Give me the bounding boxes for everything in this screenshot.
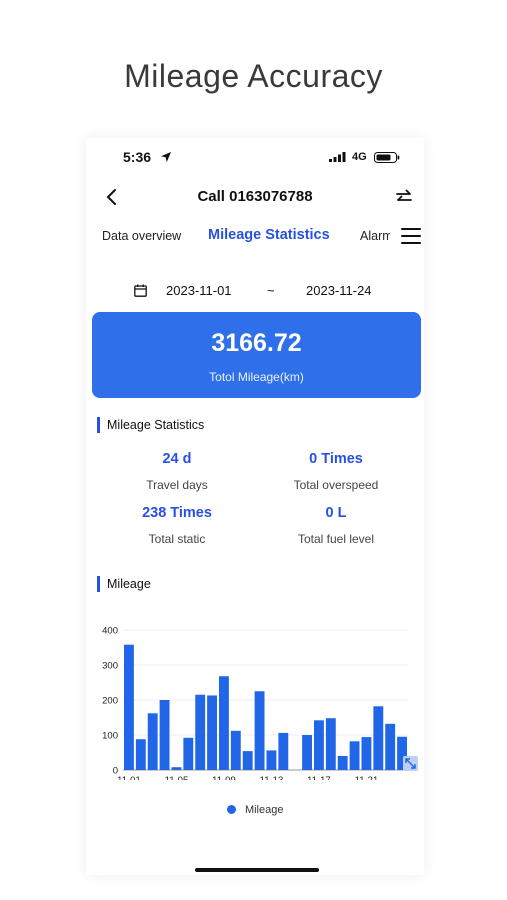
x-tick-label: 11-21	[355, 775, 379, 780]
x-tick-label: 11-05	[165, 775, 189, 780]
nav-title: Call 0163076788	[197, 188, 313, 205]
bar-11-02[interactable]	[135, 739, 146, 770]
expand-icon[interactable]	[403, 756, 418, 771]
stat-static-value: 238 Times	[142, 505, 212, 521]
battery-icon	[374, 152, 400, 163]
stat-travel-days-value: 24 d	[162, 451, 192, 467]
bar-11-03[interactable]	[147, 713, 158, 770]
legend-dot	[226, 805, 236, 815]
y-tick-label: 200	[102, 696, 118, 707]
phone-screen: 5:36 4G Call 0163076788 Data overview Mi…	[86, 138, 424, 875]
bar-11-21[interactable]	[361, 737, 372, 770]
bar-11-12[interactable]	[254, 691, 265, 770]
chart-legend[interactable]: Mileage	[86, 801, 424, 817]
stat-overspeed-label: Total overspeed	[293, 478, 379, 492]
bar-11-17[interactable]	[314, 720, 324, 770]
bar-11-05[interactable]	[171, 767, 182, 770]
location-arrow-icon	[161, 152, 171, 162]
stat-static-label: Total static	[148, 532, 206, 546]
x-tick-label: 11-09	[212, 775, 236, 780]
date-end[interactable]: 2023-11-24	[306, 283, 372, 298]
swap-icon[interactable]	[396, 189, 412, 205]
tab-data-overview[interactable]: Data overview	[102, 229, 181, 243]
total-mileage-label: Totol Mileage(km)	[209, 370, 304, 384]
section-title-mileage: Mileage	[97, 576, 151, 592]
x-tick-label: 11-13	[260, 775, 284, 780]
bar-11-10[interactable]	[230, 730, 241, 770]
bar-11-11[interactable]	[242, 751, 253, 770]
status-time: 5:36	[123, 149, 152, 165]
bar-11-13[interactable]	[266, 750, 277, 770]
y-tick-label: 300	[102, 661, 118, 672]
bar-11-19[interactable]	[337, 756, 348, 770]
home-indicator	[195, 868, 319, 872]
bar-11-22[interactable]	[373, 706, 384, 770]
tab-mileage-statistics[interactable]: Mileage Statistics	[208, 227, 330, 243]
menu-icon[interactable]	[401, 227, 421, 245]
stat-travel-days-label: Travel days	[146, 478, 208, 492]
bar-11-20[interactable]	[349, 741, 360, 770]
stat-fuel-label: Total fuel level	[297, 532, 375, 546]
nav-bar: Call 0163076788	[86, 184, 424, 210]
date-separator: ~	[267, 283, 275, 298]
y-tick-label: 400	[102, 626, 118, 637]
tab-alarm[interactable]: Alarm	[360, 229, 390, 243]
bar-11-16[interactable]	[302, 735, 312, 770]
section-title-stats: Mileage Statistics	[97, 417, 204, 433]
bar-11-01[interactable]	[124, 644, 134, 770]
tab-bar: Data overview Mileage Statistics Alarm	[86, 226, 424, 248]
mileage-bar-chart: 010020030040011-0111-0511-0911-1311-1711…	[102, 626, 418, 780]
bar-11-23[interactable]	[385, 723, 396, 770]
stat-overspeed-value: 0 Times	[309, 451, 363, 467]
status-bar: 5:36 4G	[86, 148, 424, 166]
bar-11-14[interactable]	[278, 732, 289, 770]
bar-11-08[interactable]	[207, 695, 217, 770]
bar-11-06[interactable]	[183, 737, 194, 770]
x-tick-label: 11-01	[117, 775, 141, 780]
network-type: 4G	[352, 151, 367, 163]
bar-11-18[interactable]	[325, 718, 336, 770]
calendar-icon	[134, 284, 147, 297]
date-start[interactable]: 2023-11-01	[166, 283, 232, 298]
total-mileage-card: 3166.72 Totol Mileage(km)	[92, 312, 421, 398]
bar-11-04[interactable]	[159, 700, 170, 770]
date-range-picker[interactable]: 2023-11-01 ~ 2023-11-24	[86, 281, 424, 301]
total-mileage-value: 3166.72	[211, 329, 302, 357]
bar-11-07[interactable]	[195, 694, 206, 770]
stat-fuel-value: 0 L	[325, 505, 347, 521]
bar-11-09[interactable]	[219, 676, 229, 770]
page-headline: Mileage Accuracy	[124, 58, 383, 94]
x-tick-label: 11-17	[307, 775, 331, 780]
signal-icon	[329, 152, 346, 162]
y-tick-label: 100	[102, 731, 118, 742]
legend-label: Mileage	[244, 803, 284, 816]
